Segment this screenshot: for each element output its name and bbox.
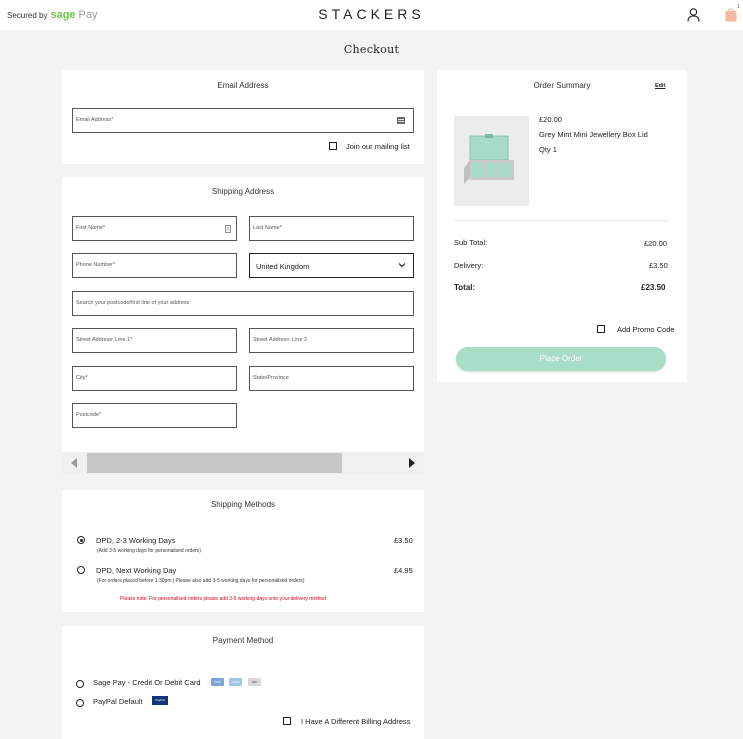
state-placeholder: State/Province <box>253 375 289 381</box>
shipping-option-standard-price: £3.50 <box>394 536 413 545</box>
personalised-orders-warning: Please note: For personalised orders ple… <box>120 596 326 602</box>
bag-count: 1 <box>737 4 740 10</box>
last-name-placeholder: Last Name* <box>253 225 282 231</box>
phone-field[interactable]: Phone Number* <box>72 253 237 278</box>
street-line-2-placeholder: Street Address: Line 2 <box>253 337 308 343</box>
city-field[interactable]: City* <box>72 366 237 391</box>
email-field[interactable]: Email Address* <box>72 108 414 133</box>
item-name[interactable]: Grey Mint Mini Jewellery Box Lid <box>539 130 648 139</box>
amex-card-icon: AMEX <box>229 678 242 686</box>
phone-placeholder: Phone Number* <box>76 262 116 268</box>
scroll-right-arrow-icon[interactable] <box>409 458 415 468</box>
delivery-label: Delivery: <box>454 261 484 270</box>
postcode-search-field[interactable]: Search your postcode/first line of your … <box>72 291 414 316</box>
country-select[interactable]: United Kingdom <box>249 253 414 278</box>
shipping-methods-panel: Shipping Methods DPD, 2-3 Working Days (… <box>62 490 424 612</box>
shipping-methods-title: Shipping Methods <box>210 500 276 509</box>
different-billing-label: I Have A Different Billing Address <box>301 717 411 726</box>
edit-link[interactable]: Edit <box>655 83 665 89</box>
first-name-field[interactable]: First Name* <box>72 216 237 241</box>
delivery-value: £3.50 <box>649 261 668 270</box>
summary-divider <box>454 220 669 221</box>
payment-method-panel: Payment Method Sage Pay - Credit Or Debi… <box>62 626 424 739</box>
total-label: Total: <box>454 283 476 292</box>
order-summary-panel: Order Summary Edit £20.00 Grey Mint Mini… <box>437 70 687 382</box>
scroll-thumb[interactable] <box>87 453 342 473</box>
paypal-badge-icon: PayPal <box>152 696 168 705</box>
email-section-title: Email Address <box>217 81 269 90</box>
order-summary-title: Order Summary <box>533 81 591 90</box>
item-price: £20.00 <box>539 115 562 124</box>
shipping-address-title: Shipping Address <box>211 187 275 196</box>
page-title: Checkout <box>343 43 400 56</box>
mailing-list-checkbox[interactable] <box>329 142 337 150</box>
last-name-field[interactable]: Last Name* <box>249 216 414 241</box>
shipping-option-next-day-note: (For orders placed before 1:30pm | Pleas… <box>97 578 305 584</box>
paypal-radio[interactable] <box>76 699 84 707</box>
mastercard-icon: MC <box>248 678 261 686</box>
visa-card-icon: VISA <box>211 678 224 686</box>
chevron-down-icon <box>398 263 406 268</box>
brand-logo[interactable]: STACKERS <box>0 6 743 22</box>
shipping-option-standard-note: (Add 3-5 working days for personalised o… <box>97 548 201 554</box>
street-line-2-field[interactable]: Street Address: Line 2 <box>249 328 414 353</box>
shipping-option-next-day-radio[interactable] <box>77 566 85 574</box>
sage-pay-label: Sage Pay - Credit Or Debit Card <box>93 678 201 687</box>
email-placeholder: Email Address* <box>76 117 114 123</box>
postcode-field[interactable]: Postcode* <box>72 403 237 428</box>
street-line-1-placeholder: Street Address: Line 1* <box>76 337 133 343</box>
postcode-placeholder: Postcode* <box>76 412 102 418</box>
account-icon[interactable] <box>687 8 700 22</box>
shipping-address-panel: Shipping Address First Name* Last Name* … <box>62 177 424 452</box>
state-field[interactable]: State/Province <box>249 366 414 391</box>
city-placeholder: City* <box>76 375 88 381</box>
autofill-icon[interactable] <box>397 117 405 124</box>
email-panel: Email Address Email Address* Join our ma… <box>62 70 424 164</box>
first-name-placeholder: First Name* <box>76 225 106 231</box>
subtotal-label: Sub Total: <box>454 238 488 247</box>
street-line-1-field[interactable]: Street Address: Line 1* <box>72 328 237 353</box>
place-order-button[interactable]: Place Order <box>456 347 666 371</box>
item-quantity: Qty 1 <box>539 145 557 154</box>
contact-card-icon[interactable] <box>225 225 231 233</box>
horizontal-scrollbar[interactable] <box>62 452 424 474</box>
total-value: £23.50 <box>641 283 666 292</box>
shipping-option-next-day-price: £4.95 <box>394 566 413 575</box>
subtotal-value: £20.00 <box>644 239 667 248</box>
scroll-left-arrow-icon[interactable] <box>71 458 77 468</box>
paypal-label: PayPal Default <box>93 697 143 706</box>
shipping-option-next-day-label: DPD, Next Working Day <box>96 566 177 575</box>
top-bar: Secured by sage Pay STACKERS 1 <box>0 0 743 30</box>
mailing-list-label: Join our mailing list <box>346 142 410 151</box>
sage-pay-radio[interactable] <box>76 680 84 688</box>
different-billing-checkbox[interactable] <box>283 717 291 725</box>
postcode-search-placeholder: Search your postcode/first line of your … <box>76 300 190 306</box>
shipping-option-standard-radio[interactable] <box>77 536 85 544</box>
jewellery-box-image <box>464 134 514 184</box>
shipping-option-standard-label: DPD, 2-3 Working Days <box>96 536 176 545</box>
product-thumbnail[interactable] <box>454 116 529 206</box>
promo-code-checkbox[interactable] <box>597 325 605 333</box>
country-value: United Kingdom <box>256 262 310 271</box>
promo-code-label: Add Promo Code <box>617 325 675 334</box>
payment-method-title: Payment Method <box>212 636 274 645</box>
shopping-bag-icon[interactable] <box>724 7 738 22</box>
